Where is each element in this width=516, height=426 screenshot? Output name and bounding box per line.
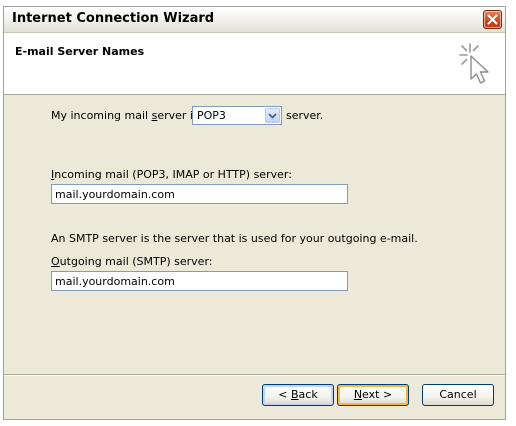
chevron-down-icon	[268, 113, 277, 119]
close-icon	[487, 14, 498, 25]
wizard-header: E-mail Server Names	[4, 33, 505, 95]
cancel-button[interactable]: Cancel	[422, 384, 494, 406]
incoming-server-type-value: POP3	[197, 109, 226, 122]
incoming-type-label: My incoming mail server is a	[51, 109, 209, 122]
outgoing-server-label: Outgoing mail (SMTP) server:	[51, 255, 213, 268]
incoming-server-label: Incoming mail (POP3, IMAP or HTTP) serve…	[51, 168, 292, 181]
title-bar[interactable]: Internet Connection Wizard	[4, 7, 505, 33]
close-button[interactable]	[483, 10, 502, 29]
incoming-server-type-select[interactable]: POP3	[192, 106, 282, 125]
incoming-server-value: mail.yourdomain.com	[55, 188, 175, 201]
smtp-note: An SMTP server is the server that is use…	[51, 232, 418, 245]
wizard-cursor-icon	[459, 43, 489, 84]
outgoing-server-value: mail.yourdomain.com	[55, 275, 175, 288]
back-button[interactable]: < Back	[262, 384, 334, 406]
window-title: Internet Connection Wizard	[12, 11, 215, 26]
server-suffix-label: server.	[286, 109, 324, 122]
dropdown-button[interactable]	[265, 108, 280, 123]
outgoing-server-field[interactable]: mail.yourdomain.com	[51, 271, 348, 291]
next-button[interactable]: Next >	[337, 384, 409, 406]
page-title: E-mail Server Names	[15, 45, 145, 58]
wizard-window: Internet Connection Wizard E-mail Server…	[3, 6, 506, 420]
footer-divider	[4, 374, 505, 376]
incoming-server-field[interactable]: mail.yourdomain.com	[51, 184, 348, 204]
